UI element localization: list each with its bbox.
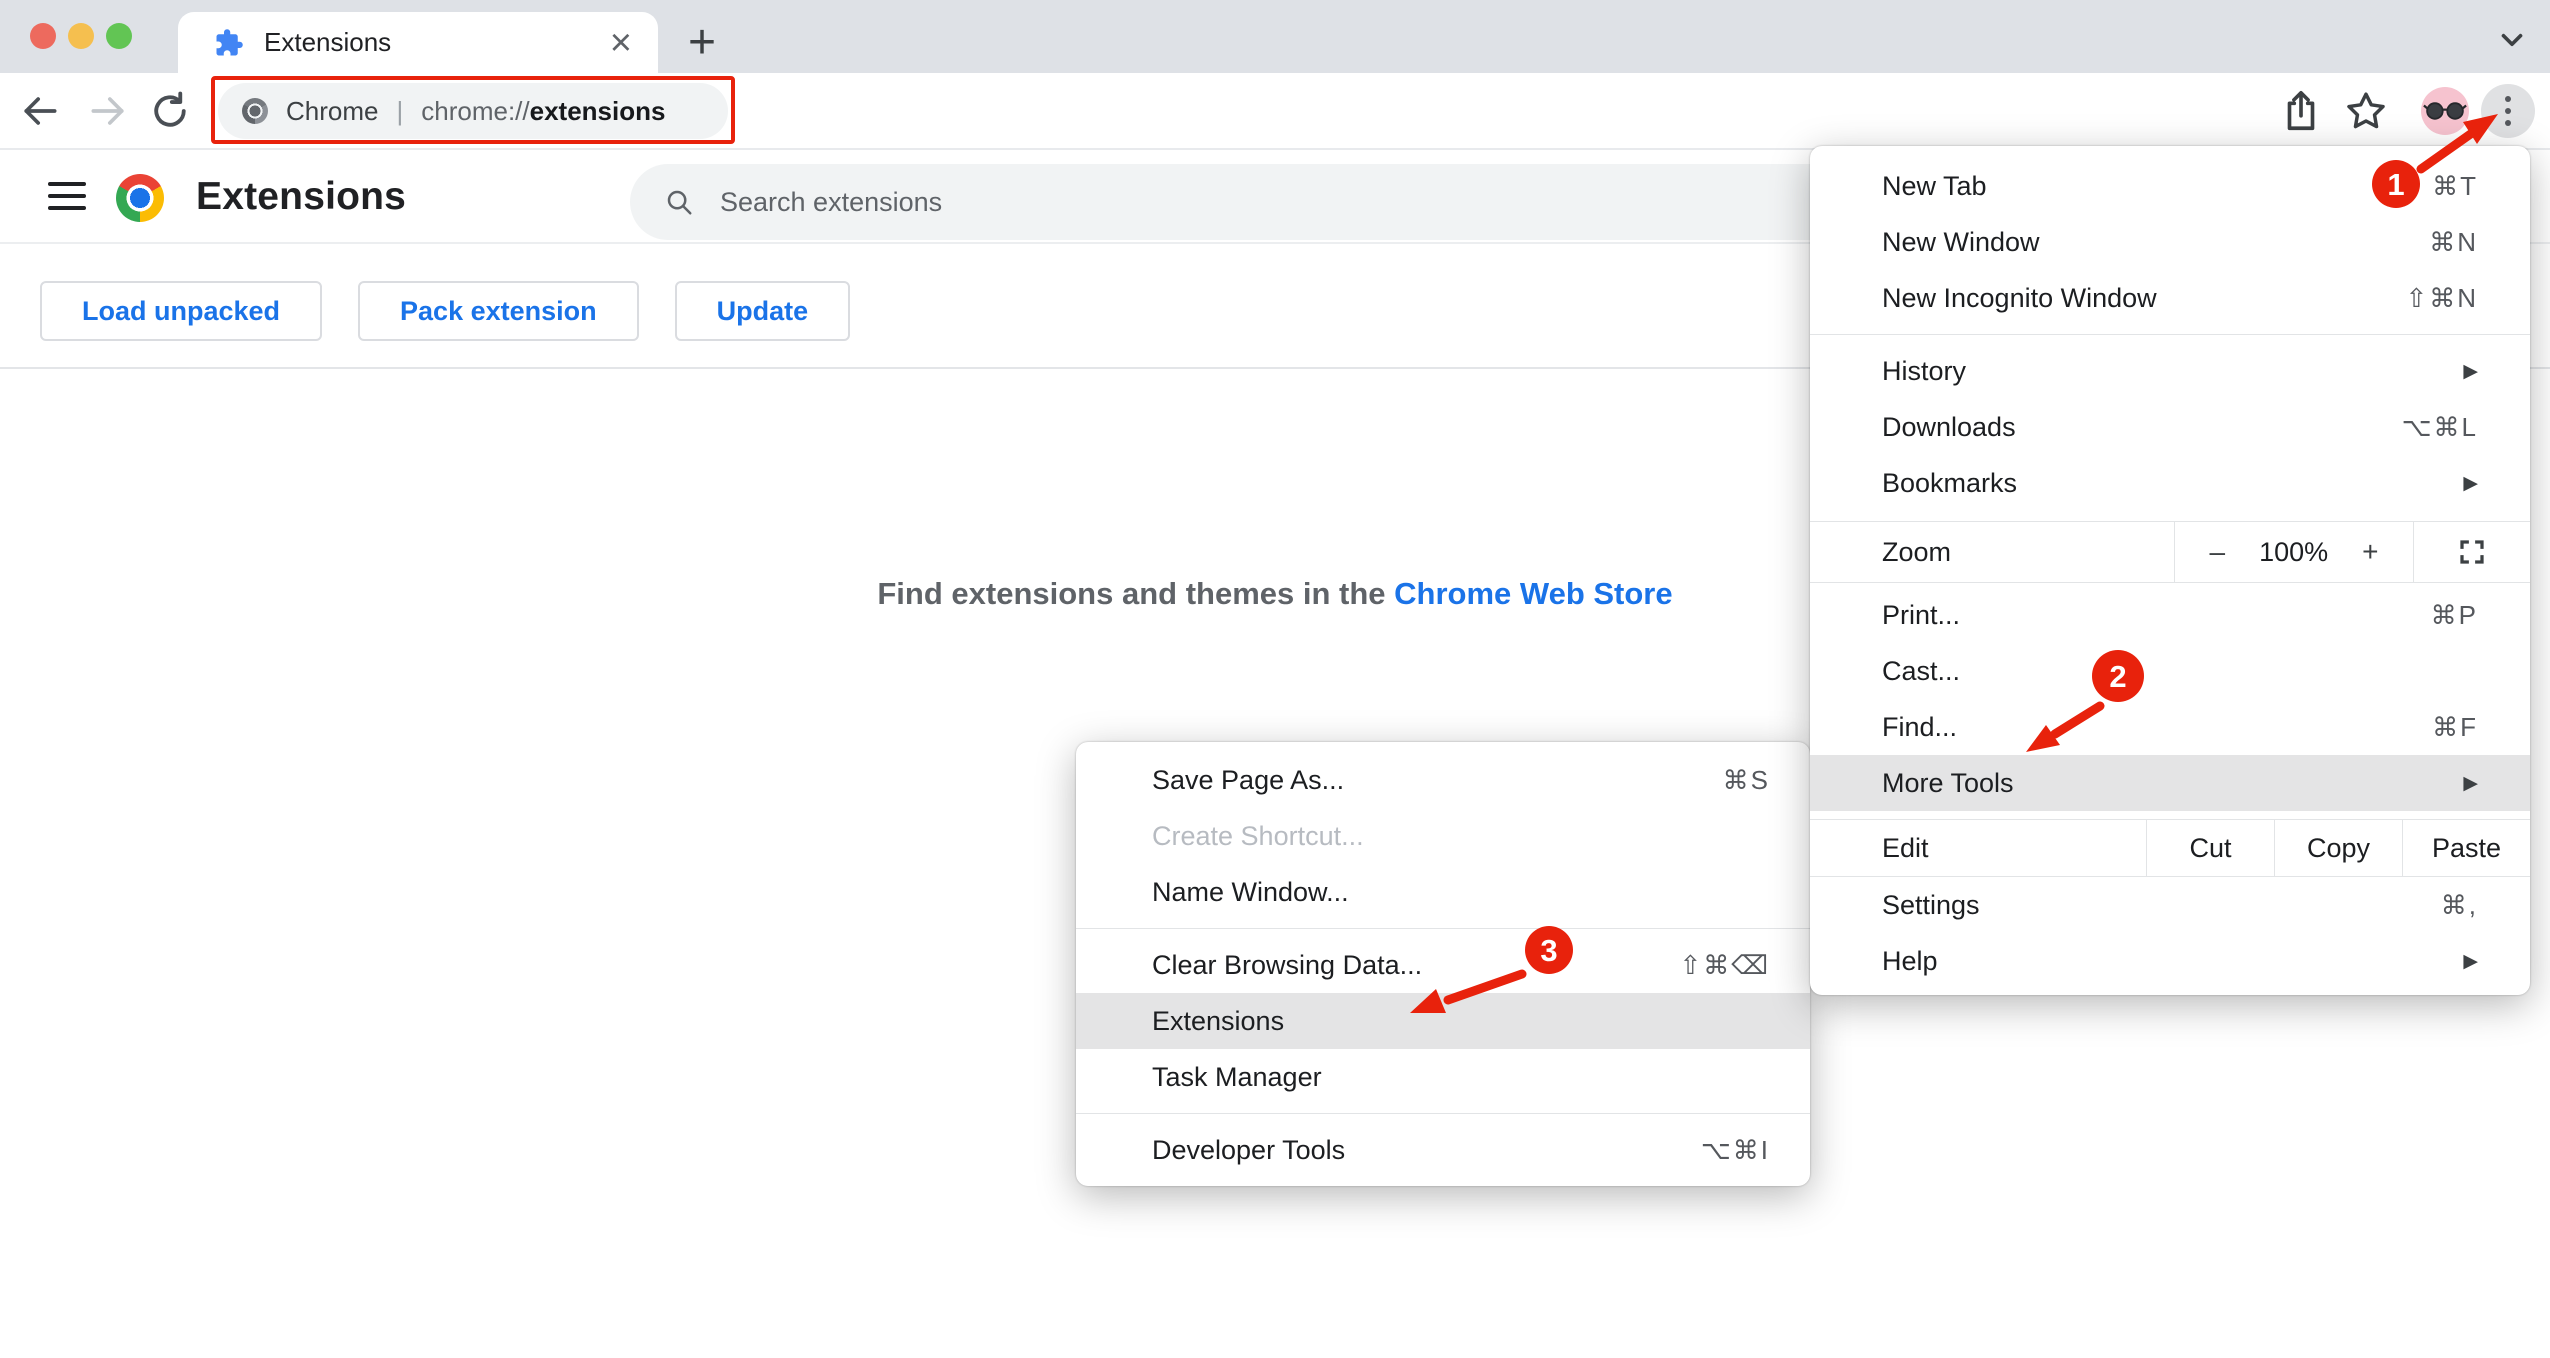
glasses-icon — [2423, 101, 2467, 120]
bookmark-star-icon[interactable] — [2343, 88, 2389, 134]
menu-item-help[interactable]: Help ▶ — [1810, 933, 2530, 989]
shortcut: ⌥⌘L — [2401, 411, 2478, 442]
submenu-item-clear-browsing-data[interactable]: Clear Browsing Data... ⇧⌘⌫ — [1076, 937, 1810, 993]
menu-item-print[interactable]: Print... ⌘P — [1810, 587, 2530, 643]
submenu-caret-icon: ▶ — [2463, 950, 2478, 972]
url-site-label: Chrome — [286, 95, 379, 126]
shortcut: ⇧⌘N — [2405, 282, 2478, 313]
shortcut: ⌘, — [2440, 889, 2478, 920]
shortcut: ⌥⌘I — [1700, 1134, 1770, 1165]
load-unpacked-button[interactable]: Load unpacked — [40, 281, 323, 341]
menu-item-cast[interactable]: Cast... — [1810, 643, 2530, 699]
tab-strip: Extensions × + — [0, 0, 2550, 73]
update-button[interactable]: Update — [674, 281, 851, 341]
browser-toolbar: Chrome | chrome:// extensions — [0, 73, 2550, 150]
menu-item-new-incognito-window[interactable]: New Incognito Window ⇧⌘N — [1810, 270, 2530, 326]
more-tools-submenu: Save Page As... ⌘S Create Shortcut... Na… — [1076, 742, 1810, 1186]
close-tab-icon[interactable]: × — [610, 24, 632, 62]
shortcut: ⌘T — [2432, 170, 2478, 201]
shortcut: ⌘F — [2432, 711, 2478, 742]
submenu-item-developer-tools[interactable]: Developer Tools ⌥⌘I — [1076, 1122, 1810, 1178]
chevron-down-icon[interactable] — [2490, 18, 2534, 62]
puzzle-favicon-icon — [216, 28, 243, 55]
pack-extension-button[interactable]: Pack extension — [358, 281, 639, 341]
zoom-value: 100% — [2259, 536, 2329, 567]
shortcut: ⇧⌘⌫ — [1679, 949, 1770, 980]
menu-item-settings[interactable]: Settings ⌘, — [1810, 877, 2530, 933]
shortcut: ⌘S — [1722, 764, 1770, 795]
url-separator: | — [396, 95, 404, 126]
submenu-item-extensions[interactable]: Extensions — [1076, 993, 1810, 1049]
edit-cut-button[interactable]: Cut — [2146, 820, 2274, 876]
search-icon — [667, 190, 692, 215]
maximize-window-button[interactable] — [106, 23, 132, 49]
menu-separator — [1076, 1113, 1810, 1114]
submenu-item-save-page-as[interactable]: Save Page As... ⌘S — [1076, 752, 1810, 808]
extensions-actions: Load unpacked Pack extension Update — [40, 281, 851, 341]
edit-paste-button[interactable]: Paste — [2402, 820, 2530, 876]
edit-copy-button[interactable]: Copy — [2274, 820, 2402, 876]
submenu-caret-icon: ▶ — [2463, 472, 2478, 494]
fullscreen-icon — [2460, 540, 2484, 564]
shortcut: ⌘P — [2430, 599, 2478, 630]
menu-item-zoom: Zoom – 100% + — [1810, 521, 2530, 583]
minimize-window-button[interactable] — [68, 23, 94, 49]
menu-item-more-tools[interactable]: More Tools ▶ — [1810, 755, 2530, 811]
menu-separator — [1810, 334, 2530, 335]
share-icon[interactable] — [2278, 88, 2324, 134]
menu-item-new-tab[interactable]: New Tab ⌘T — [1810, 158, 2530, 214]
menu-item-new-window[interactable]: New Window ⌘N — [1810, 214, 2530, 270]
url-host: extensions — [529, 95, 666, 126]
zoom-out-button[interactable]: – — [2210, 536, 2226, 568]
submenu-item-create-shortcut: Create Shortcut... — [1152, 820, 1364, 851]
chrome-menu: New Tab ⌘T New Window ⌘N New Incognito W… — [1810, 146, 2530, 995]
zoom-in-button[interactable]: + — [2362, 536, 2378, 568]
submenu-item-task-manager[interactable]: Task Manager — [1076, 1049, 1810, 1105]
avatar[interactable] — [2421, 86, 2469, 135]
fullscreen-button[interactable] — [2413, 522, 2530, 582]
back-icon[interactable] — [18, 89, 62, 133]
page-title: Extensions — [196, 175, 407, 218]
submenu-caret-icon: ▶ — [2463, 772, 2478, 794]
menu-separator — [1076, 928, 1810, 929]
menu-item-find[interactable]: Find... ⌘F — [1810, 699, 2530, 755]
menu-item-downloads[interactable]: Downloads ⌥⌘L — [1810, 399, 2530, 455]
chrome-page-icon — [242, 98, 268, 124]
kebab-menu-button[interactable] — [2481, 83, 2535, 138]
tab-extensions[interactable]: Extensions × — [178, 12, 658, 73]
new-tab-button[interactable]: + — [672, 12, 732, 72]
hamburger-menu-icon[interactable] — [48, 176, 86, 216]
chrome-logo-icon — [116, 174, 164, 222]
submenu-item-name-window[interactable]: Name Window... — [1076, 864, 1810, 920]
url-scheme: chrome:// — [421, 95, 530, 126]
tab-title: Extensions — [264, 27, 392, 57]
empty-state-prefix: Find extensions and themes in the — [877, 576, 1395, 611]
shortcut: ⌘N — [2429, 226, 2478, 257]
address-bar[interactable]: Chrome | chrome:// extensions — [218, 83, 728, 139]
forward-icon — [91, 96, 124, 125]
search-box — [630, 164, 1890, 240]
close-window-button[interactable] — [30, 23, 56, 49]
menu-item-edit: Edit Cut Copy Paste — [1810, 819, 2530, 877]
search-input[interactable] — [720, 186, 1856, 218]
reload-icon[interactable] — [148, 89, 192, 133]
annotation-highlight-box: Chrome | chrome:// extensions — [211, 76, 735, 144]
browser-window: Extensions × + Chrome | chrome:// extens… — [0, 0, 2550, 1358]
menu-item-history[interactable]: History ▶ — [1810, 343, 2530, 399]
menu-item-bookmarks[interactable]: Bookmarks ▶ — [1810, 455, 2530, 511]
submenu-caret-icon: ▶ — [2463, 360, 2478, 382]
chrome-web-store-link[interactable]: Chrome Web Store — [1394, 576, 1672, 611]
